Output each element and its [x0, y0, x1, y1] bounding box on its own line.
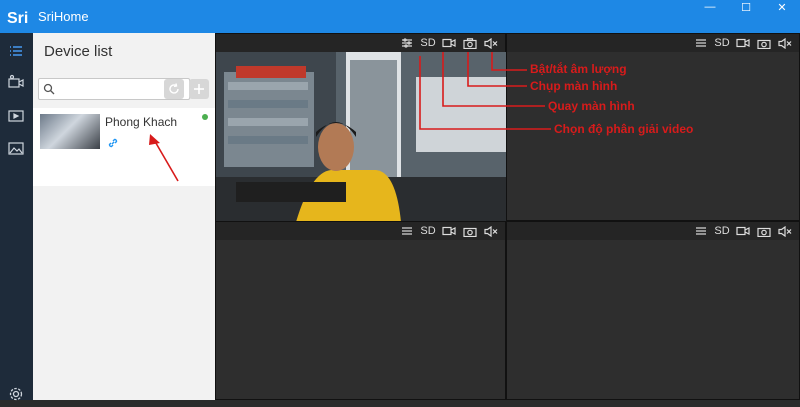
mute-icon[interactable]: [483, 224, 499, 238]
settings-sliders-icon[interactable]: [693, 36, 709, 50]
record-icon[interactable]: [441, 36, 457, 50]
close-button[interactable]: ✕: [764, 0, 800, 14]
image-gallery-icon[interactable]: [8, 141, 24, 157]
resolution-button[interactable]: SD: [714, 37, 730, 49]
annotation-volume: Bật/tắt âm lượng: [530, 62, 627, 76]
snapshot-icon[interactable]: [462, 36, 478, 50]
annotation-record: Quay màn hình: [548, 99, 635, 113]
resolution-button[interactable]: SD: [714, 225, 730, 237]
maximize-button[interactable]: ☐: [728, 0, 764, 14]
refresh-icon: [169, 83, 179, 94]
camera-cell[interactable]: SD: [215, 33, 506, 222]
link-icon[interactable]: [107, 136, 119, 154]
add-device-button[interactable]: [189, 79, 209, 99]
title-bar: Sri SriHome — ☐ ✕: [0, 0, 800, 33]
settings-sliders-icon[interactable]: [399, 224, 415, 238]
panel-title: Device list: [44, 43, 113, 60]
snapshot-icon[interactable]: [462, 224, 478, 238]
mute-icon[interactable]: [777, 224, 793, 238]
app-logo: Sri: [6, 5, 32, 28]
snapshot-icon[interactable]: [756, 224, 772, 238]
svg-text:Sri: Sri: [7, 10, 28, 27]
mute-icon[interactable]: [777, 36, 793, 50]
device-name: Phong Khach: [105, 115, 178, 129]
list-icon[interactable]: [8, 43, 24, 59]
record-icon[interactable]: [735, 224, 751, 238]
device-panel: Device list Phong Khach: [33, 33, 215, 400]
camera-add-icon[interactable]: [8, 74, 24, 90]
refresh-button[interactable]: [164, 79, 184, 99]
resolution-button[interactable]: SD: [420, 225, 436, 237]
online-status-dot: [202, 114, 208, 120]
camera-video-feed: [216, 52, 506, 222]
camera-cell[interactable]: SD: [506, 221, 800, 400]
settings-sliders-icon[interactable]: [693, 224, 709, 238]
annotation-snapshot: Chụp màn hình: [530, 79, 618, 93]
plus-icon: [194, 84, 204, 94]
app-title: SriHome: [38, 9, 89, 24]
mute-icon[interactable]: [483, 36, 499, 50]
video-playback-icon[interactable]: [8, 108, 24, 124]
search-icon: [43, 83, 55, 95]
minimize-button[interactable]: —: [692, 0, 728, 14]
camera-cell[interactable]: SD: [215, 221, 506, 400]
annotation-resolution: Chọn độ phân giải video: [554, 122, 694, 136]
settings-sliders-icon[interactable]: [399, 36, 415, 50]
device-thumbnail: [40, 114, 100, 149]
snapshot-icon[interactable]: [756, 36, 772, 50]
sidebar: [0, 33, 33, 401]
record-icon[interactable]: [441, 224, 457, 238]
camera-grid: SD SD SD SD: [215, 33, 800, 400]
device-item[interactable]: Phong Khach: [33, 108, 215, 186]
record-icon[interactable]: [735, 36, 751, 50]
resolution-button[interactable]: SD: [420, 37, 436, 49]
